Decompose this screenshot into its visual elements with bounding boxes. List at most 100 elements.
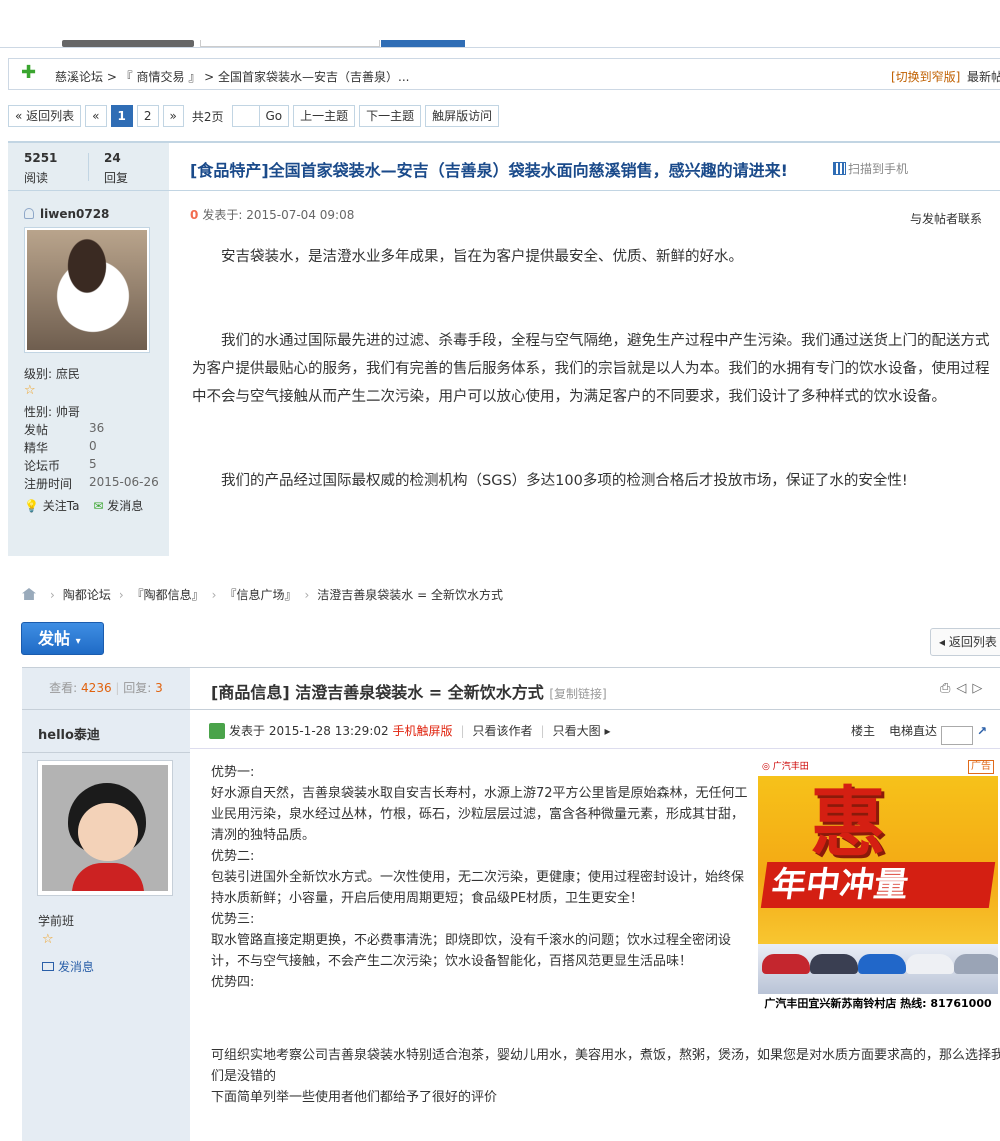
bulb-icon: 💡 xyxy=(24,499,39,513)
prev-page-button[interactable]: « xyxy=(85,105,107,127)
avatar[interactable] xyxy=(24,227,150,353)
stat-register-date: 注册时间 2015-06-26 xyxy=(24,475,159,491)
post-line: 优势二: xyxy=(211,849,255,864)
go-floor-icon[interactable]: ↗ xyxy=(977,724,987,738)
pagination: « 返回列表 « 1 2 » 共2页 Go 上一主题 下一主题 触屏版访问 xyxy=(8,104,500,128)
total-pages: 共2页 xyxy=(191,109,224,124)
post-body: 安吉袋装水，是洁澄水业多年成果，旨在为客户提供最安全、优质、新鲜的好水。 我们的… xyxy=(192,243,1000,495)
post-content-wide: 可组织实地考察公司吉善泉袋装水特别适合泡茶，婴幼儿用水，美容用水，煮饭，熬粥，煲… xyxy=(211,1045,1000,1108)
next-page-button[interactable]: » xyxy=(162,105,184,127)
add-icon[interactable]: ✚ xyxy=(21,64,36,82)
user-icon xyxy=(24,208,34,219)
post-floor-tools: 楼主 电梯直达 ↗ xyxy=(851,722,987,745)
crumb-info[interactable]: 『陶都信息』 xyxy=(132,588,204,602)
crumb-forum[interactable]: 陶都论坛 xyxy=(63,588,111,602)
star-icon-2: ☆ xyxy=(42,932,54,947)
big-image-link[interactable]: 只看大图 xyxy=(553,724,601,738)
advertisement[interactable]: ◎ 广汽丰田 广告 惠 年中冲量 广汽丰田宜兴新苏南铃村店 热线: 817610… xyxy=(758,758,998,1013)
post-paragraph-2: 我们的水通过国际最先进的过滤、杀毒手段，全程与空气隔绝，避免生产过程中产生污染。… xyxy=(192,333,990,405)
new-post-button[interactable]: 发帖 ▾ xyxy=(21,622,104,655)
newest-posts-link[interactable]: 最新帖 xyxy=(967,68,1000,85)
author-name[interactable]: liwen0728 xyxy=(24,207,109,221)
touch-version-button[interactable]: 触屏版访问 xyxy=(425,105,500,127)
forum-thread-screenshot-1: ✚ 慈溪论坛 > 『 商情交易 』 > 全国首家袋装水—安吉（吉善泉）... [… xyxy=(0,0,1000,556)
ad-footer: 广汽丰田宜兴新苏南铃村店 热线: 81761000 xyxy=(764,997,992,1010)
author-sidebar-2: hello泰迪 学前班 ☆ 发消息 xyxy=(22,710,190,1141)
ad-cars xyxy=(758,944,998,994)
post-line: 好水源自天然，吉善泉袋装水取自安吉长寿村，水源上游72平方公里皆是原始森林，无任… xyxy=(211,786,748,843)
print-icon[interactable]: ⎙ xyxy=(940,681,956,696)
message-icon: ✉ xyxy=(93,499,104,513)
home-icon[interactable] xyxy=(22,588,36,600)
page-1-button[interactable]: 1 xyxy=(110,105,133,127)
star-icon: ☆ xyxy=(24,383,36,398)
thread-title[interactable]: [食品特产]全国首家袋装水—安吉（吉善泉）袋装水面向慈溪销售，感兴趣的请进来! xyxy=(190,157,788,181)
switch-width-link[interactable]: [切换到窄版] xyxy=(891,68,960,85)
page-jump-input[interactable] xyxy=(231,105,260,127)
post-meta-2: 发表于 2015-1-28 13:29:02 手机触屏版 | 只看该作者 | 只看大图 … xyxy=(209,722,610,739)
next-thread-icon[interactable]: ▷ xyxy=(972,681,988,696)
replies-count: 24 xyxy=(104,151,121,165)
follow-button[interactable]: 💡 关注Ta xyxy=(24,499,79,513)
back-to-list-button[interactable]: « 返回列表 xyxy=(8,105,82,127)
floor-jump-input[interactable] xyxy=(941,726,974,745)
ad-big-char: 惠 xyxy=(810,778,886,867)
floor-number: 0 xyxy=(190,208,199,222)
views-label: 阅读 xyxy=(24,171,49,185)
go-button[interactable]: Go xyxy=(259,105,290,127)
header-search-button[interactable] xyxy=(381,40,465,47)
qr-code-icon xyxy=(833,162,846,175)
page-jump: Go xyxy=(231,105,290,127)
post-paragraph-3: 我们的产品经过国际最权威的检测机构（SGS）多达100多项的检测合格后才投放市场… xyxy=(221,473,908,489)
ad-tag: 广告 xyxy=(968,760,994,774)
post-line: 可组织实地考察公司吉善泉袋装水特别适合泡茶，婴幼儿用水，美容用水，煮饭，熬粥，煲… xyxy=(211,1048,1000,1084)
only-author-link[interactable]: 只看该作者 xyxy=(473,724,533,738)
header-search-input[interactable] xyxy=(200,40,380,47)
post-meta: 0 发表于: 2015-07-04 09:08 xyxy=(190,206,354,223)
post-content: 优势一: 好水源自天然，吉善泉袋装水取自安吉长寿村，水源上游72平方公里皆是原始… xyxy=(211,762,751,993)
next-topic-button[interactable]: 下一主题 xyxy=(359,105,422,127)
stat-essence: 精华 0 xyxy=(24,439,97,455)
user-rank: 学前班 xyxy=(38,914,75,928)
author-sidebar: liwen0728 级别: 庶民 ☆ 性别: 帅哥 发帖 36 精华 0 论坛币 5 … xyxy=(8,191,169,556)
forum-thread-screenshot-2: › 陶都论坛 › 『陶都信息』 › 『信息广场』 › 洁澄吉善泉袋装水 = 全新饮水方式 发帖… xyxy=(0,576,1000,1141)
chevron-left-icon: ◂ xyxy=(939,635,946,649)
message-button[interactable]: ✉ 发消息 xyxy=(93,499,143,513)
elevator-label: 电梯直达 xyxy=(889,724,938,738)
thread-stats: 5251 阅读 24 回复 xyxy=(8,143,169,191)
envelope-icon xyxy=(42,962,54,971)
contact-poster-link[interactable]: 与发帖者联系 xyxy=(910,210,982,227)
author-name-2[interactable]: hello泰迪 xyxy=(38,724,100,743)
post-paragraph-1: 安吉袋装水，是洁澄水业多年成果，旨在为客户提供最安全、优质、新鲜的好水。 xyxy=(221,249,743,265)
post-line: 取水管路直接定期更换，不必费事清洗；即烧即饮，没有千滚水的问题；饮水过程全密闭设… xyxy=(211,933,732,969)
stat-coins: 论坛币 5 xyxy=(24,457,97,473)
back-to-list-button-2[interactable]: ◂ 返回列表 xyxy=(930,628,1000,656)
prev-thread-icon[interactable]: ◁ xyxy=(956,681,972,696)
page-2-button[interactable]: 2 xyxy=(136,105,159,127)
message-button-2[interactable]: 发消息 xyxy=(42,958,94,975)
post-line: 优势三: xyxy=(211,912,255,927)
copy-link[interactable]: [复制链接] xyxy=(549,687,606,701)
breadcrumb-2: › 陶都论坛 › 『陶都信息』 › 『信息广场』 › 洁澄吉善泉袋装水 = 全新饮水方式 xyxy=(22,586,503,603)
caret-right-icon: ▸ xyxy=(604,724,611,738)
views-count: 5251 xyxy=(24,151,58,165)
crumb-square[interactable]: 『信息广场』 xyxy=(224,588,296,602)
toyota-logo-icon: ◎ xyxy=(762,762,770,772)
header-tab[interactable] xyxy=(62,40,194,47)
prev-topic-button[interactable]: 上一主题 xyxy=(293,105,356,127)
post-line: 下面简单列举一些使用者他们都给予了很好的评价 xyxy=(211,1090,498,1105)
thread-stats-2: 查看: 4236 | 回复: 3 xyxy=(22,668,190,709)
stat-posts: 发帖 36 xyxy=(24,421,105,437)
top-header-strip xyxy=(0,36,1000,48)
scan-to-phone-button[interactable]: 扫描到手机 xyxy=(833,160,908,177)
ad-brand-bar: ◎ 广汽丰田 xyxy=(762,762,809,772)
breadcrumb-bar: ✚ 慈溪论坛 > 『 商情交易 』 > 全国首家袋装水—安吉（吉善泉）... [… xyxy=(8,58,1000,90)
mobile-link[interactable]: 手机触屏版 xyxy=(392,724,452,738)
breadcrumb[interactable]: 慈溪论坛 > 『 商情交易 』 > 全国首家袋装水—安吉（吉善泉）... xyxy=(55,68,409,85)
avatar-2[interactable] xyxy=(37,760,173,896)
floor-label: 楼主 xyxy=(851,724,876,738)
user-level: 级别: 庶民 xyxy=(24,367,80,381)
chevron-down-icon: ▾ xyxy=(75,636,81,647)
ad-banner: 年中冲量 xyxy=(760,862,996,908)
crumb-current[interactable]: 洁澄吉善泉袋装水 = 全新饮水方式 xyxy=(317,588,503,602)
